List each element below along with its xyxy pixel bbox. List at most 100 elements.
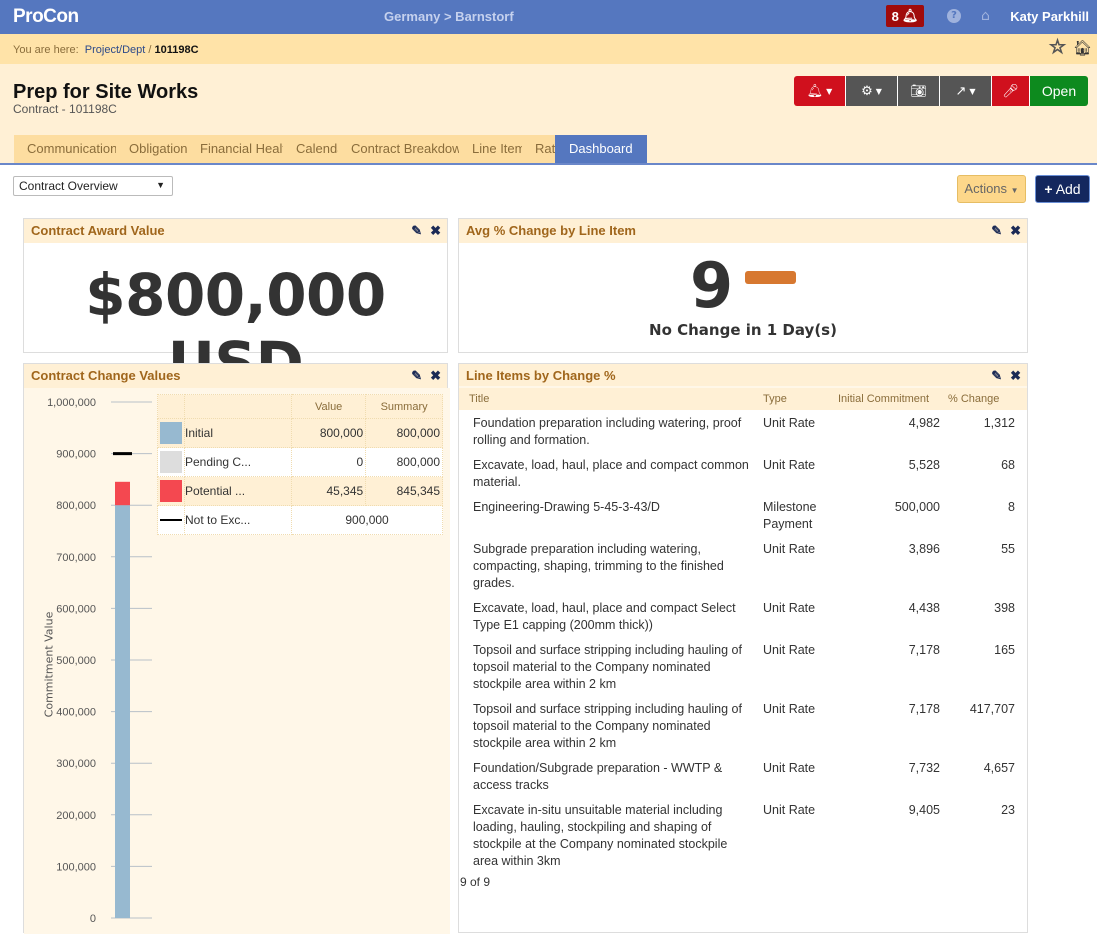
legend-summary: 800,000 (365, 447, 443, 477)
y-tick-label: 500,000 (56, 655, 96, 667)
actions-dropdown-button[interactable]: Actions ▼ (957, 175, 1026, 203)
breadcrumb-separator: / (148, 44, 152, 56)
cell-title: Engineering-Drawing 5-45-3-43/D (473, 500, 660, 514)
help-icon[interactable]: ? (947, 9, 961, 23)
close-icon[interactable]: ✖ (430, 219, 441, 243)
legend-row[interactable]: Potential ... 45,345 845,345 (157, 476, 443, 506)
widget-contract-change-values: Contract Change Values ✎ ✖ 0 100,000 200,0… (23, 363, 450, 934)
cell-type: Unit Rate (763, 601, 816, 615)
cell-initial-commitment: 4,982 (908, 416, 940, 430)
cell-initial-commitment: 9,405 (908, 803, 940, 817)
pencil-icon[interactable]: ✎ (411, 219, 422, 243)
widget-title: Contract Change Values (31, 368, 181, 383)
column-header-change-percent[interactable]: % Change (944, 388, 1027, 410)
legend-value: 45,345 (291, 476, 367, 506)
caret-down-icon: ▼ (875, 86, 882, 96)
alerts-dropdown-button[interactable]: 🔔︎ ▼ (794, 76, 846, 106)
cell-initial-commitment: 7,732 (908, 761, 940, 775)
close-icon[interactable]: ✖ (1010, 364, 1021, 388)
bar-segment-initial (115, 505, 130, 918)
table-row[interactable]: Excavate in-situ unsuitable material inc… (459, 797, 1027, 873)
close-icon[interactable]: ✖ (430, 364, 441, 388)
legend-header-swatch (157, 394, 185, 419)
cell-title: Foundation preparation including waterin… (473, 416, 742, 447)
y-tick-label: 700,000 (56, 552, 96, 564)
notifications-button[interactable]: 8 🔔︎ (886, 5, 924, 27)
table-row[interactable]: Foundation preparation including waterin… (459, 410, 1027, 452)
table-row[interactable]: Topsoil and surface stripping including … (459, 637, 1027, 696)
cell-title: Excavate in-situ unsuitable material inc… (473, 803, 728, 868)
tab-financial-health[interactable]: Financial Health (187, 135, 283, 163)
tab-line-items[interactable]: Line Items (459, 135, 522, 163)
home-icon[interactable]: ⌂ (981, 8, 990, 24)
legend-swatch-pending (160, 451, 182, 473)
cell-change-percent: 8 (1008, 500, 1015, 514)
y-tick-label: 0 (90, 913, 96, 925)
y-tick-label: 600,000 (56, 603, 96, 615)
plus-icon: + (1044, 181, 1053, 197)
gear-icon: ⚙ (861, 83, 873, 99)
procon-logo[interactable]: ProCon (13, 6, 79, 28)
tab-rates[interactable]: Rates (522, 135, 555, 163)
widget-contract-award-value: Contract Award Value ✎ ✖ $800,000 USD (23, 218, 448, 397)
breadcrumb-bar: You are here: Project/Dept / 101198C ☆ 🏠… (0, 34, 1097, 64)
tab-contract-breakdown[interactable]: Contract Breakdown (338, 135, 459, 163)
cell-title: Topsoil and surface stripping including … (473, 702, 742, 750)
legend-header-name (183, 394, 293, 419)
favorite-star-icon[interactable]: ☆ (1048, 36, 1066, 59)
table-row[interactable]: Excavate, load, haul, place and compact … (459, 595, 1027, 637)
tab-communications[interactable]: Communications (14, 135, 116, 163)
table-row[interactable]: Foundation/Subgrade preparation - WWTP &… (459, 755, 1027, 797)
pencil-icon[interactable]: ✎ (991, 364, 1002, 388)
open-status-button[interactable]: Open (1030, 76, 1088, 106)
caret-down-icon: ▼ (1010, 186, 1019, 195)
table-row[interactable]: Topsoil and surface stripping including … (459, 696, 1027, 755)
column-header-initial-commitment[interactable]: Initial Commitment (834, 388, 944, 410)
mute-button[interactable]: 🎤︎ (992, 76, 1030, 106)
widget-header: Contract Change Values ✎ ✖ (24, 364, 447, 388)
no-change-indicator-icon (745, 271, 796, 284)
add-widget-button[interactable]: + Add (1035, 175, 1090, 203)
tab-obligations[interactable]: Obligations (116, 135, 187, 163)
tab-dashboard[interactable]: Dashboard (555, 135, 647, 163)
kiosk-icon[interactable]: 🏠︎ (1073, 39, 1092, 57)
legend-row[interactable]: Pending C... 0 800,000 (157, 447, 443, 477)
dashboard-view-select[interactable]: Contract Overview ▼ (13, 176, 173, 196)
cell-change-percent: 417,707 (969, 702, 1015, 716)
cell-change-percent: 165 (994, 643, 1015, 657)
snapshot-button[interactable]: 📷︎ (898, 76, 940, 106)
share-dropdown-button[interactable]: ↗ ▼ (940, 76, 992, 106)
bell-icon: 🔔︎ (901, 8, 919, 23)
y-tick-label: 100,000 (56, 861, 96, 873)
avg-change-caption: No Change in 1 Day(s) (649, 321, 837, 339)
legend-row[interactable]: Not to Exc... 900,000 (157, 505, 443, 535)
pagination-status: 9 of 9 (460, 875, 491, 889)
widget-title: Contract Award Value (31, 223, 165, 238)
cell-change-percent: 55 (1001, 542, 1015, 556)
cell-initial-commitment: 7,178 (908, 702, 940, 716)
cell-type: Milestone Payment (763, 500, 817, 531)
cell-change-percent: 4,657 (983, 761, 1015, 775)
caret-down-icon: ▼ (969, 86, 976, 96)
bar-segment-potential-change (115, 481, 130, 506)
column-header-type[interactable]: Type (759, 388, 834, 410)
column-header-title[interactable]: Title (459, 388, 759, 410)
user-menu[interactable]: Katy Parkhill (1010, 9, 1089, 24)
widget-line-items-by-change: Line Items by Change % ✎ ✖ Title Type In… (458, 363, 1028, 933)
table-row[interactable]: Engineering-Drawing 5-45-3-43/D Milestone… (459, 494, 1027, 536)
page-title: Prep for Site Works (13, 81, 199, 103)
tab-calendar[interactable]: Calendar (283, 135, 338, 163)
settings-dropdown-button[interactable]: ⚙ ▼ (846, 76, 898, 106)
pencil-icon[interactable]: ✎ (411, 364, 422, 388)
legend-row[interactable]: Initial 800,000 800,000 (157, 418, 443, 448)
location-selector[interactable]: Germany > Barnstorf (384, 9, 514, 24)
chart-area: 0 100,000 200,000 300,000 400,000 500,000 600,… (24, 388, 450, 934)
cell-change-percent: 398 (994, 601, 1015, 615)
table-row[interactable]: Excavate, load, haul, place and compact … (459, 452, 1027, 494)
table-row[interactable]: Subgrade preparation including watering,… (459, 536, 1027, 595)
close-icon[interactable]: ✖ (1010, 219, 1021, 243)
bell-icon: 🔔︎ (806, 83, 824, 99)
pencil-icon[interactable]: ✎ (991, 219, 1002, 243)
breadcrumb-parent-link[interactable]: Project/Dept (85, 44, 146, 56)
legend-name: Potential ... (183, 476, 293, 506)
